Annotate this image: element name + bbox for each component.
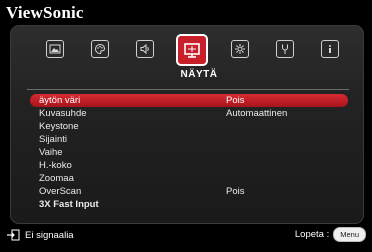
osd-menu: ViewSonic NÄYTÄ äytön väri Pois Kuvasuhd…: [0, 0, 372, 252]
menu-item-position[interactable]: Sijainti: [30, 133, 348, 146]
menu-item-keystone[interactable]: Keystone: [30, 120, 348, 133]
menu-item-zoom[interactable]: Zoomaa: [30, 172, 348, 185]
source-input-icon: [6, 229, 20, 241]
divider: [27, 89, 349, 90]
menu-item-label: Kuvasuhde: [39, 108, 87, 119]
menu-item-label: Vaihe: [39, 147, 63, 158]
menu-button[interactable]: Menu: [333, 227, 366, 242]
menu-item-fast-input[interactable]: 3X Fast Input: [30, 198, 348, 211]
menu-item-label: H.-koko: [39, 160, 72, 171]
display-icon: [182, 40, 202, 60]
exit-hint: Lopeta : Menu: [295, 227, 366, 242]
brand-logo: ViewSonic: [6, 3, 84, 22]
menu-item-label: Zoomaa: [39, 173, 74, 184]
color-palette-icon: [94, 43, 106, 55]
menu-item-overscan[interactable]: OverScan Pois: [30, 185, 348, 198]
information-icon: [324, 43, 336, 55]
settings-icon: [234, 43, 246, 55]
category-tabs: NÄYTÄ: [11, 26, 363, 88]
menu-item-value: Automaattinen: [226, 108, 288, 119]
menu-item-h-size[interactable]: H.-koko: [30, 159, 348, 172]
menu-item-label: Keystone: [39, 121, 79, 132]
tab-color[interactable]: [91, 40, 109, 58]
menu-panel: NÄYTÄ äytön väri Pois Kuvasuhde Automaat…: [10, 25, 364, 224]
menu-item-value: Pois: [226, 95, 245, 106]
tab-settings[interactable]: [231, 40, 249, 58]
tab-audio[interactable]: [136, 40, 154, 58]
menu-item-display-color[interactable]: äytön väri Pois: [30, 94, 348, 107]
menu-item-phase[interactable]: Vaihe: [30, 146, 348, 159]
active-tab-label: NÄYTÄ: [180, 69, 218, 80]
menu-item-aspect-ratio[interactable]: Kuvasuhde Automaattinen: [30, 107, 348, 120]
menu-item-label: OverScan: [39, 186, 82, 197]
picture-icon: [49, 43, 61, 55]
menu-item-value: Pois: [226, 186, 245, 197]
menu-item-label: äytön väri: [39, 95, 81, 106]
tab-information[interactable]: [321, 40, 339, 58]
tab-picture[interactable]: [46, 40, 64, 58]
signal-status: Ei signaalia: [6, 228, 74, 242]
exit-label: Lopeta :: [294, 229, 330, 240]
tab-advanced[interactable]: [276, 40, 294, 58]
tab-display[interactable]: [176, 34, 208, 66]
menu-item-label: 3X Fast Input: [39, 199, 99, 210]
status-text: Ei signaalia: [25, 229, 74, 241]
advanced-icon: [279, 43, 291, 55]
audio-icon: [139, 43, 151, 55]
menu-item-label: Sijainti: [39, 134, 67, 145]
